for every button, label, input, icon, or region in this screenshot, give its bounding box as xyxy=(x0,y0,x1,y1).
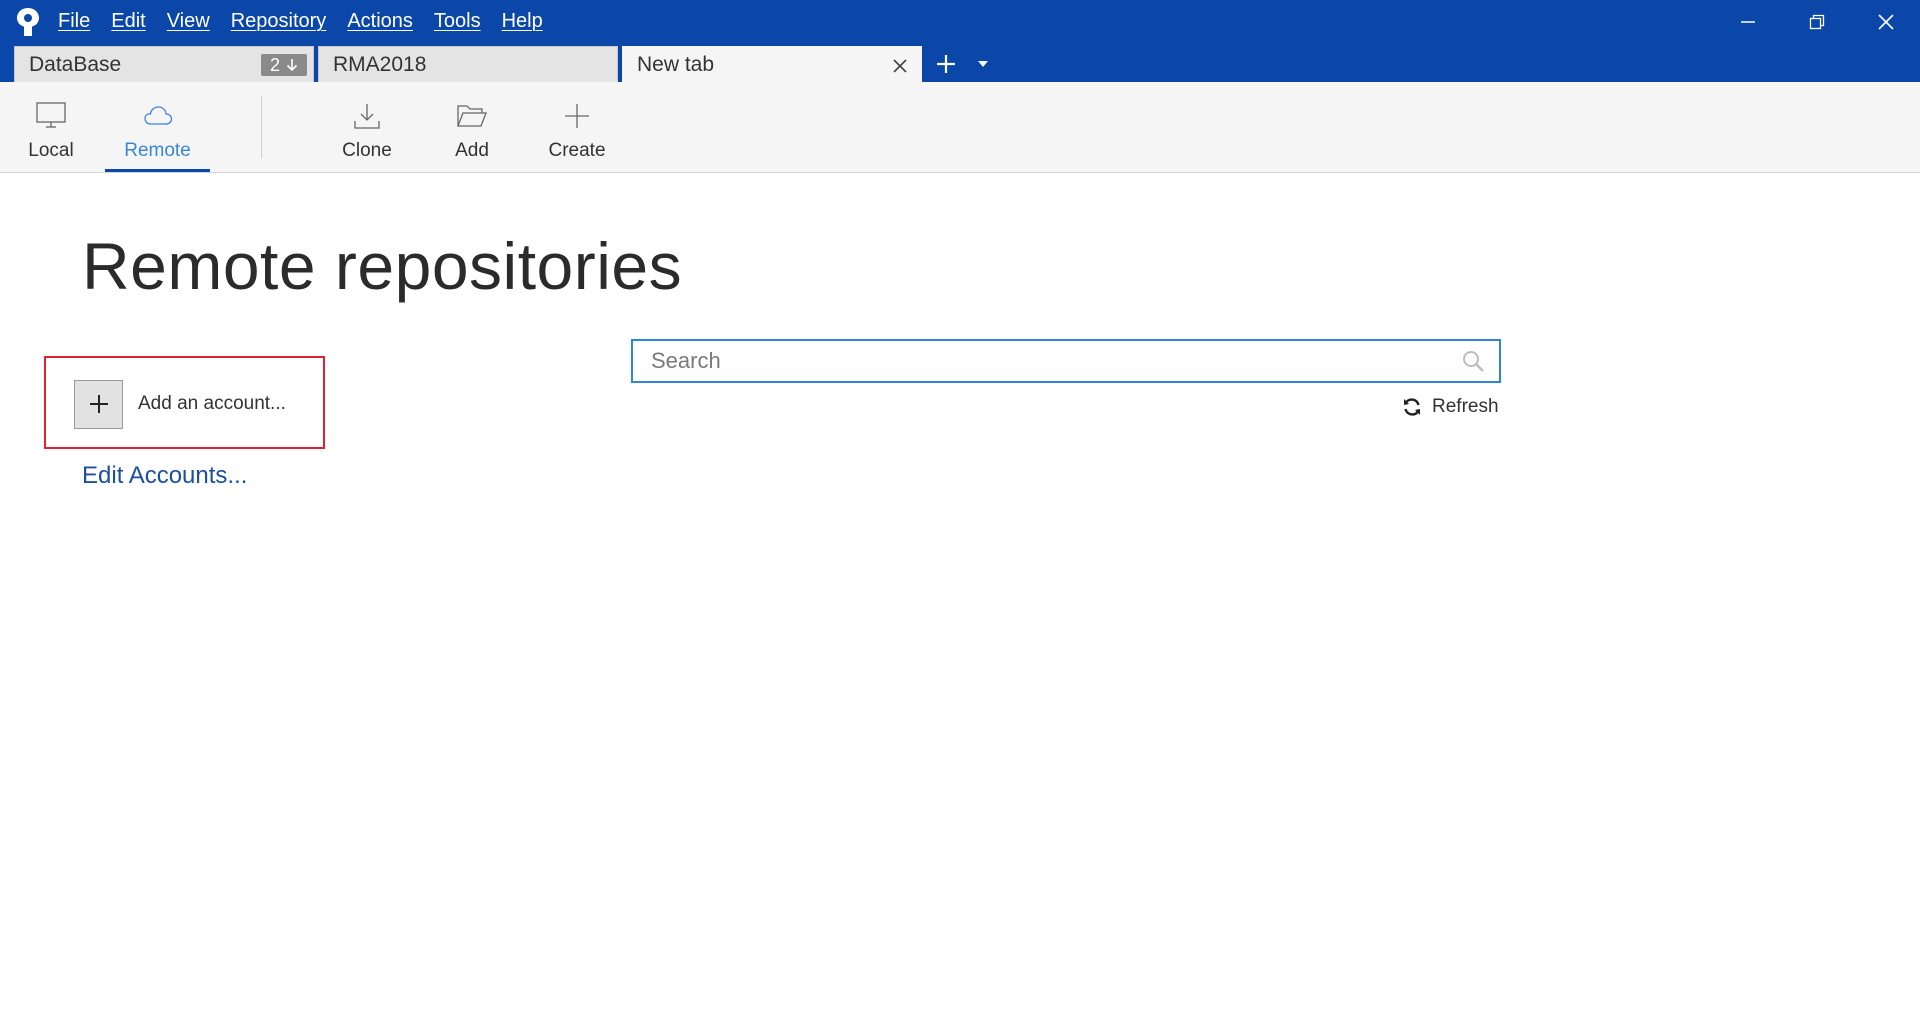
tab-strip: DataBase 2 RMA2018 New tab xyxy=(14,46,1000,82)
create-label: Create xyxy=(548,140,606,161)
search-icon[interactable] xyxy=(1453,341,1493,381)
plus-icon xyxy=(937,55,955,73)
restore-icon xyxy=(1809,14,1824,29)
plus-icon xyxy=(89,395,108,413)
menu-view[interactable]: View xyxy=(167,10,210,33)
refresh-label: Refresh xyxy=(1432,396,1499,417)
local-button[interactable]: Local xyxy=(14,82,88,172)
edit-accounts-link[interactable]: Edit Accounts... xyxy=(82,462,247,490)
tab-label: RMA2018 xyxy=(333,52,427,76)
remote-button[interactable]: Remote xyxy=(105,82,210,172)
search-input[interactable] xyxy=(633,341,1453,381)
minimize-icon xyxy=(1740,20,1755,23)
tab-close-button[interactable] xyxy=(889,55,911,77)
folder-open-icon xyxy=(457,105,487,127)
menu-file[interactable]: File xyxy=(58,10,90,33)
caret-down-icon xyxy=(978,61,988,67)
remote-label: Remote xyxy=(124,140,191,161)
tab-label: DataBase xyxy=(29,52,122,76)
search-box xyxy=(631,339,1501,383)
add-account-plus-button[interactable] xyxy=(74,379,123,429)
menu-repository[interactable]: Repository xyxy=(231,10,327,33)
restore-button[interactable] xyxy=(1782,0,1851,43)
menu-tools[interactable]: Tools xyxy=(434,10,481,33)
create-button[interactable]: Create xyxy=(542,82,612,172)
add-button[interactable]: Add xyxy=(442,82,502,172)
tab-label: New tab xyxy=(637,52,715,76)
app-logo-icon xyxy=(6,0,50,43)
monitor-icon xyxy=(36,102,66,128)
tab-database[interactable]: DataBase 2 xyxy=(14,46,314,82)
tab-list-dropdown[interactable] xyxy=(966,46,1000,82)
download-icon xyxy=(354,104,380,129)
clone-label: Clone xyxy=(342,140,392,161)
clone-button[interactable]: Clone xyxy=(332,82,402,172)
close-icon xyxy=(893,59,907,73)
menu-edit[interactable]: Edit xyxy=(111,10,145,33)
tab-new-tab[interactable]: New tab xyxy=(622,46,922,82)
cloud-icon xyxy=(143,106,172,125)
add-account-button[interactable]: Add an account... xyxy=(74,379,286,429)
refresh-button[interactable]: Refresh xyxy=(1402,393,1499,421)
local-label: Local xyxy=(28,140,74,161)
close-icon xyxy=(1877,13,1894,30)
minimize-button[interactable] xyxy=(1713,0,1782,43)
menu-help[interactable]: Help xyxy=(502,10,543,33)
toolbar-divider xyxy=(261,96,262,158)
tab-rma2018[interactable]: RMA2018 xyxy=(318,46,618,82)
menu-actions[interactable]: Actions xyxy=(347,10,413,33)
refresh-icon xyxy=(1404,398,1420,416)
close-window-button[interactable] xyxy=(1851,0,1920,43)
toolbar: Local Remote Clone Add Create xyxy=(0,82,1920,173)
page-title: Remote repositories xyxy=(82,229,683,303)
plus-icon xyxy=(565,104,589,128)
title-bar: File Edit View Repository Actions Tools … xyxy=(0,0,1920,82)
add-label: Add xyxy=(455,140,489,161)
status-badge: 2 xyxy=(261,54,307,76)
arrow-down-icon xyxy=(286,59,298,72)
add-account-label: Add an account... xyxy=(138,393,286,414)
new-tab-button[interactable] xyxy=(926,46,966,82)
menu-bar: File Edit View Repository Actions Tools … xyxy=(0,0,1920,43)
